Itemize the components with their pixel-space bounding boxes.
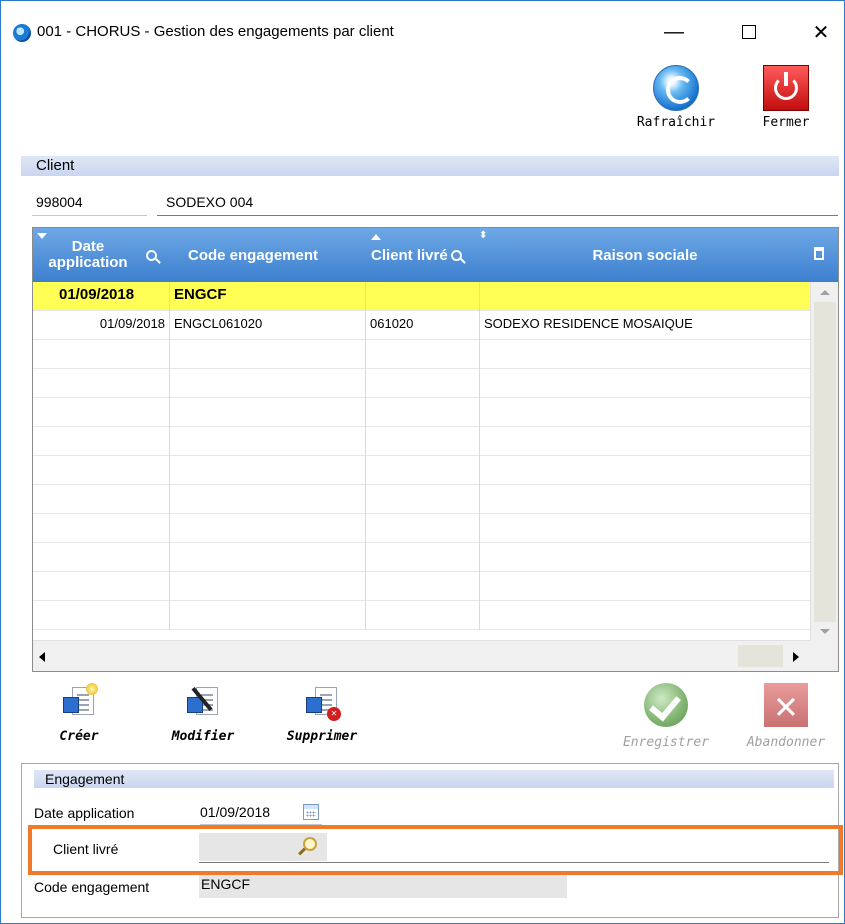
table-body: 01/09/2018 ENGCF 01/09/2018 ENGCL061020 … bbox=[33, 282, 810, 640]
app-window: 001 - CHORUS - Gestion des engagements p… bbox=[0, 0, 845, 924]
empty-row bbox=[33, 485, 810, 514]
column-header-raison-sociale[interactable]: Raison sociale bbox=[480, 228, 810, 282]
power-icon bbox=[763, 65, 809, 111]
close-label: Fermer bbox=[762, 115, 810, 130]
checkmark-icon bbox=[644, 683, 688, 727]
empty-row bbox=[33, 456, 810, 485]
vertical-scrollbar[interactable] bbox=[810, 282, 838, 640]
cancel-button[interactable]: ✕ Abandonner bbox=[736, 683, 836, 750]
save-label: Enregistrer bbox=[622, 735, 710, 750]
column-header-client-livre[interactable]: Client livré bbox=[366, 228, 480, 282]
close-button[interactable]: Fermer bbox=[746, 65, 826, 130]
scroll-up-icon[interactable] bbox=[820, 290, 830, 295]
minimize-icon: — bbox=[664, 20, 684, 43]
app-logo-icon bbox=[13, 24, 31, 42]
table-row[interactable]: 01/09/2018 ENGCF bbox=[33, 282, 810, 311]
vertical-scroll-thumb[interactable] bbox=[814, 302, 836, 622]
empty-row bbox=[33, 369, 810, 398]
highlight-box bbox=[28, 825, 843, 875]
search-icon[interactable] bbox=[450, 249, 462, 261]
code-engagement-field[interactable]: ENGCF bbox=[199, 874, 567, 898]
close-window-button[interactable]: ✕ bbox=[798, 15, 844, 49]
create-label: Créer bbox=[59, 729, 99, 744]
scroll-left-icon[interactable] bbox=[39, 652, 45, 662]
modify-label: Modifier bbox=[171, 729, 235, 744]
scroll-corner bbox=[810, 640, 838, 671]
refresh-label: Rafraîchir bbox=[636, 115, 716, 130]
title-bar: 001 - CHORUS - Gestion des engagements p… bbox=[1, 1, 844, 61]
empty-row bbox=[33, 572, 810, 601]
empty-row bbox=[33, 543, 810, 572]
horizontal-scroll-thumb[interactable] bbox=[738, 645, 783, 667]
client-code-field[interactable]: 998004 bbox=[32, 190, 147, 216]
sort-desc-icon bbox=[37, 233, 47, 239]
delete-icon: ✕ bbox=[303, 683, 341, 721]
date-application-label: Date application bbox=[34, 805, 135, 821]
empty-row bbox=[33, 340, 810, 369]
close-icon: ✕ bbox=[812, 21, 830, 44]
delete-button[interactable]: ✕ Supprimer bbox=[276, 683, 368, 744]
code-engagement-label: Code engagement bbox=[34, 879, 150, 895]
date-application-field[interactable]: 01/09/2018 bbox=[200, 801, 322, 825]
save-button[interactable]: Enregistrer bbox=[616, 683, 716, 750]
engagement-section-header: Engagement bbox=[34, 770, 834, 788]
edit-icon bbox=[184, 683, 222, 721]
cancel-x-icon: ✕ bbox=[764, 683, 808, 727]
calendar-icon[interactable] bbox=[303, 804, 319, 820]
column-chooser-icon[interactable] bbox=[814, 247, 824, 260]
refresh-button[interactable]: Rafraîchir bbox=[631, 65, 721, 130]
minimize-button[interactable]: — bbox=[651, 15, 697, 49]
empty-row bbox=[33, 514, 810, 543]
cancel-label: Abandonner bbox=[746, 735, 826, 750]
engagements-table: Date application Code engagement Client … bbox=[32, 227, 839, 672]
table-header: Date application Code engagement Client … bbox=[33, 228, 838, 282]
create-icon bbox=[60, 683, 98, 721]
column-header-date-application[interactable]: Date application bbox=[33, 228, 170, 282]
scroll-down-icon[interactable] bbox=[820, 629, 830, 634]
column-header-code-engagement[interactable]: Code engagement bbox=[170, 228, 366, 282]
search-icon[interactable] bbox=[146, 249, 157, 261]
sort-asc-icon bbox=[371, 234, 381, 240]
empty-row bbox=[33, 398, 810, 427]
create-button[interactable]: Créer bbox=[49, 683, 109, 744]
maximize-icon bbox=[742, 25, 756, 39]
scroll-right-icon[interactable] bbox=[793, 652, 799, 662]
window-title: 001 - CHORUS - Gestion des engagements p… bbox=[37, 23, 394, 40]
maximize-button[interactable] bbox=[726, 15, 772, 49]
modify-button[interactable]: Modifier bbox=[161, 683, 245, 744]
client-name-field[interactable]: SODEXO 004 bbox=[157, 190, 838, 216]
horizontal-scrollbar[interactable] bbox=[33, 640, 810, 671]
empty-row bbox=[33, 427, 810, 456]
table-row[interactable]: 01/09/2018 ENGCL061020 061020 SODEXO RES… bbox=[33, 311, 810, 340]
delete-label: Supprimer bbox=[286, 729, 358, 744]
empty-row bbox=[33, 601, 810, 630]
refresh-icon bbox=[653, 65, 699, 111]
client-section-header: Client bbox=[21, 156, 839, 176]
